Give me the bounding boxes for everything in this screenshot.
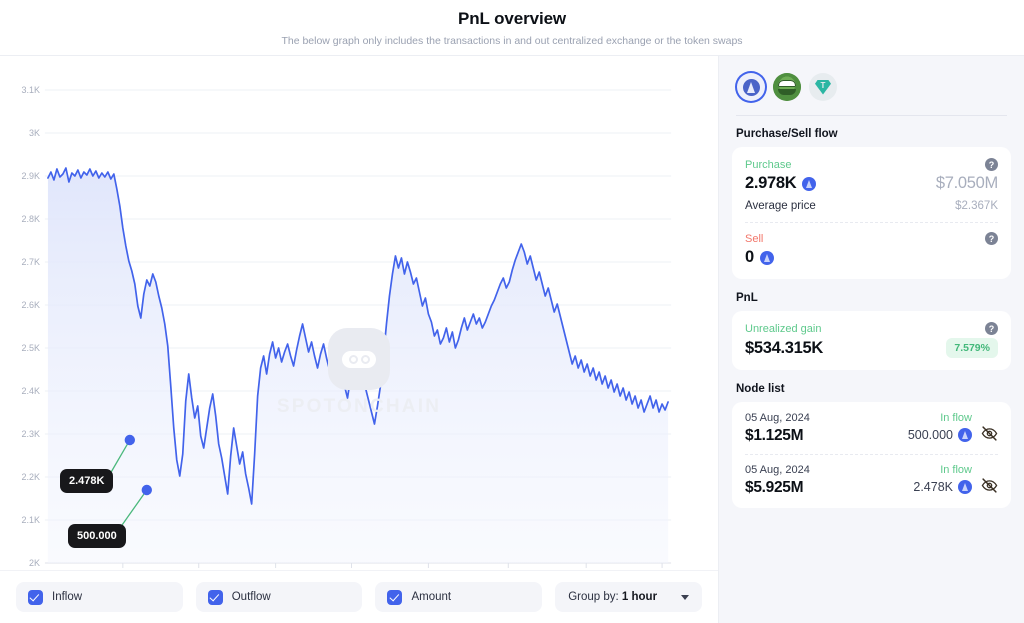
- purchase-usd: $7.050M: [936, 174, 998, 193]
- node-usd-amount: $5.925M: [745, 479, 913, 497]
- token-selector: [732, 70, 1011, 115]
- page-header: PnL overview The below graph only includ…: [0, 0, 1024, 56]
- sell-label: Sell: [745, 233, 763, 245]
- ethereum-token-icon[interactable]: [737, 73, 765, 101]
- gain-percent-badge: 7.579%: [946, 338, 998, 358]
- purchase-label: Purchase: [745, 159, 791, 171]
- purchase-sell-card: Purchase ? 2.978K $7.050M Average price …: [732, 147, 1011, 279]
- node-usd-amount: $1.125M: [745, 427, 908, 445]
- group-by-prefix: Group by:: [568, 591, 622, 603]
- svg-text:2.4K: 2.4K: [21, 386, 39, 396]
- svg-text:2.9K: 2.9K: [21, 171, 39, 181]
- amount-label: Amount: [411, 591, 451, 603]
- pnl-card: Unrealized gain ? $534.315K 7.579%: [732, 311, 1011, 370]
- chart-annotation-label-1[interactable]: 2.478K: [60, 469, 113, 493]
- svg-text:2K: 2K: [29, 558, 40, 568]
- chart-controls-bar: Inflow Outflow Amount Group by: 1 hour: [0, 570, 718, 623]
- ethereum-chip-icon: [958, 428, 972, 442]
- card-divider: [745, 222, 998, 223]
- unrealized-gain-label: Unrealized gain: [745, 323, 821, 335]
- svg-text:2.2K: 2.2K: [21, 472, 39, 482]
- page-subtitle: The below graph only includes the transa…: [281, 34, 742, 48]
- filter-outflow[interactable]: Outflow: [196, 582, 363, 612]
- pnl-help-icon[interactable]: ?: [985, 322, 998, 335]
- svg-text:3.1K: 3.1K: [21, 85, 39, 95]
- pepe-token-icon[interactable]: [773, 73, 801, 101]
- eye-off-icon[interactable]: [981, 425, 998, 442]
- sell-help-icon[interactable]: ?: [985, 232, 998, 245]
- svg-text:2.7K: 2.7K: [21, 257, 39, 267]
- sidebar-divider: [736, 115, 1007, 116]
- node-flow-type: In flow: [913, 464, 972, 476]
- svg-text:2.3K: 2.3K: [21, 429, 39, 439]
- table-row[interactable]: 05 Aug, 2024 $1.125M In flow 500.000: [745, 412, 998, 445]
- filter-amount[interactable]: Amount: [375, 582, 542, 612]
- chart-area-fill: [48, 168, 668, 563]
- sidebar: Purchase/Sell flow Purchase ? 2.978K $7.…: [719, 56, 1024, 623]
- svg-text:2.6K: 2.6K: [21, 300, 39, 310]
- chevron-down-icon: [681, 595, 689, 600]
- chart-container[interactable]: 3.1K 3K 2.9K 2.8K 2.7K 2.6K 2.5K 2.4K 2.…: [0, 56, 718, 570]
- svg-text:2.5K: 2.5K: [21, 343, 39, 353]
- inflow-checkbox[interactable]: [28, 590, 43, 605]
- page-title: PnL overview: [458, 8, 566, 30]
- node-date: 05 Aug, 2024: [745, 464, 913, 476]
- inflow-label: Inflow: [52, 591, 82, 603]
- outflow-label: Outflow: [232, 591, 271, 603]
- pnl-overview-page: PnL overview The below graph only includ…: [0, 0, 1024, 623]
- svg-text:2.1K: 2.1K: [21, 515, 39, 525]
- node-list-title: Node list: [736, 383, 1011, 395]
- ethereum-chip-icon: [760, 251, 774, 265]
- chart-annotation-label-2[interactable]: 500.000: [68, 524, 126, 548]
- svg-text:3K: 3K: [29, 128, 40, 138]
- pnl-title: PnL: [736, 292, 1011, 304]
- chart-column: 3.1K 3K 2.9K 2.8K 2.7K 2.6K 2.5K 2.4K 2.…: [0, 56, 719, 623]
- purchase-sell-title: Purchase/Sell flow: [736, 128, 1011, 140]
- purchase-help-icon[interactable]: ?: [985, 158, 998, 171]
- usdt-token-icon[interactable]: [809, 73, 837, 101]
- group-by-value: 1 hour: [622, 591, 657, 603]
- svg-text:2.8K: 2.8K: [21, 214, 39, 224]
- table-row[interactable]: 05 Aug, 2024 $5.925M In flow 2.478K: [745, 464, 998, 497]
- sell-amount: 0: [745, 248, 754, 267]
- unrealized-gain-value: $534.315K: [745, 339, 823, 358]
- purchase-amount: 2.978K: [745, 174, 796, 193]
- chart-x-tickmarks: [123, 563, 662, 568]
- outflow-checkbox[interactable]: [208, 590, 223, 605]
- amount-checkbox[interactable]: [387, 590, 402, 605]
- node-date: 05 Aug, 2024: [745, 412, 908, 424]
- node-token-amount: 500.000: [908, 428, 953, 442]
- filter-inflow[interactable]: Inflow: [16, 582, 183, 612]
- eye-off-icon[interactable]: [981, 477, 998, 494]
- group-by-dropdown[interactable]: Group by: 1 hour: [555, 582, 702, 612]
- node-flow-type: In flow: [908, 412, 972, 424]
- average-price-value: $2.367K: [955, 200, 998, 212]
- node-row-divider: [745, 454, 998, 455]
- ethereum-chip-icon: [802, 177, 816, 191]
- chart-y-axis: 3.1K 3K 2.9K 2.8K 2.7K 2.6K 2.5K 2.4K 2.…: [21, 85, 39, 568]
- ethereum-chip-icon: [958, 480, 972, 494]
- node-list-card: 05 Aug, 2024 $1.125M In flow 500.000: [732, 402, 1011, 508]
- average-price-label: Average price: [745, 200, 816, 212]
- node-token-amount: 2.478K: [913, 480, 953, 494]
- page-body: 3.1K 3K 2.9K 2.8K 2.7K 2.6K 2.5K 2.4K 2.…: [0, 56, 1024, 623]
- pnl-area-chart[interactable]: 3.1K 3K 2.9K 2.8K 2.7K 2.6K 2.5K 2.4K 2.…: [0, 56, 718, 570]
